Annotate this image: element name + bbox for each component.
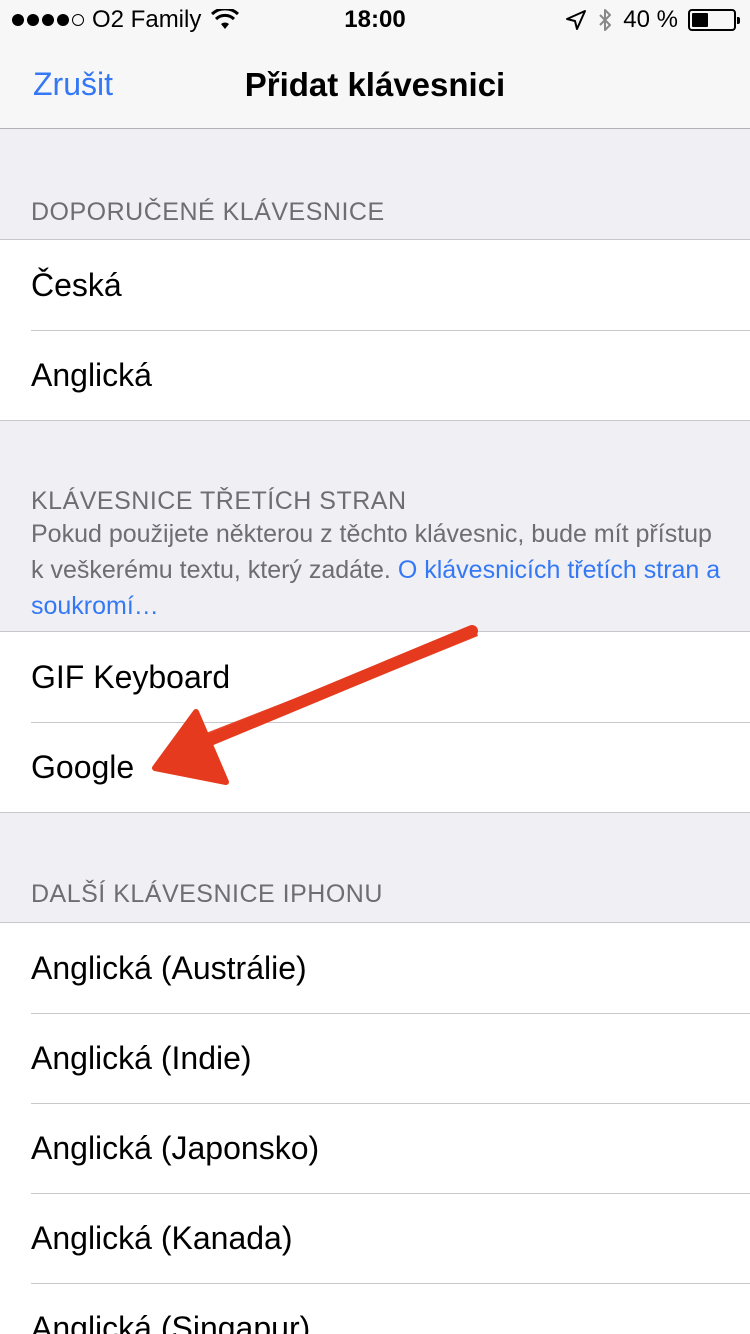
bluetooth-icon [599, 9, 612, 31]
section-header-other: DALŠÍ KLÁVESNICE IPHONU [31, 880, 383, 908]
location-icon [566, 10, 587, 30]
keyboard-item-anglicka-japonsko[interactable]: Anglická (Japonsko) [0, 1103, 750, 1193]
keyboard-item-anglicka-singapur[interactable]: Anglická (Singapur) [0, 1283, 750, 1334]
battery-icon [688, 9, 740, 31]
keyboard-item-anglicka[interactable]: Anglická [0, 330, 750, 420]
keyboard-item-google[interactable]: Google [0, 722, 750, 812]
status-right: 40 % [565, 6, 740, 34]
battery-fill [692, 13, 708, 27]
page-title: Přidat klávesnici [244, 66, 506, 103]
third-party-keyboards-group: GIF Keyboard Google [0, 631, 750, 813]
keyboard-item-anglicka-kanada[interactable]: Anglická (Kanada) [0, 1193, 750, 1283]
keyboard-item-anglicka-indie[interactable]: Anglická (Indie) [0, 1013, 750, 1103]
keyboard-item-anglicka-australie[interactable]: Anglická (Austrálie) [0, 923, 750, 1013]
navigation-bar: Zrušit Přidat klávesnici [0, 40, 750, 129]
suggested-keyboards-group: Česká Anglická [0, 239, 750, 421]
section-header-suggested: DOPORUČENÉ KLÁVESNICE [31, 198, 385, 226]
third-party-description: Pokud použijete některou z těchto kláves… [31, 516, 721, 624]
section-header-third-party: KLÁVESNICE TŘETÍCH STRAN [31, 487, 407, 515]
other-keyboards-group: Anglická (Austrálie) Anglická (Indie) An… [0, 922, 750, 1334]
status-bar: O2 Family 18:00 40 % [0, 0, 750, 40]
keyboard-item-ceska[interactable]: Česká [0, 240, 750, 330]
battery-percent: 40 % [623, 6, 678, 33]
keyboard-item-gif-keyboard[interactable]: GIF Keyboard [0, 632, 750, 722]
